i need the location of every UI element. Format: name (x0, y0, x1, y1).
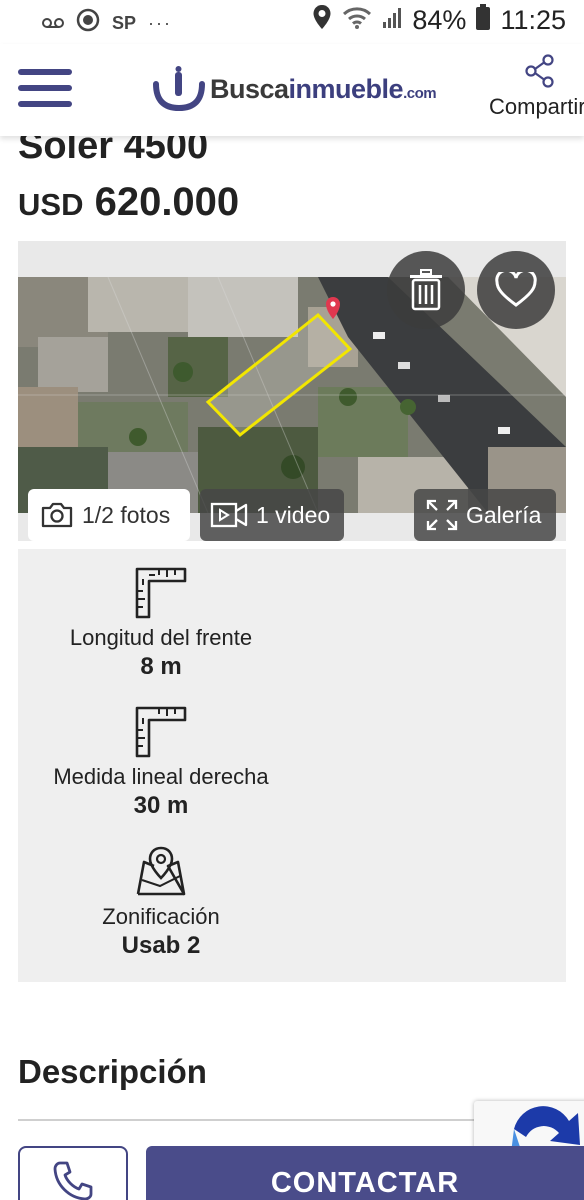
expand-icon (426, 499, 458, 531)
features-panel: Longitud del frente 8 m Medida lineal de… (18, 549, 566, 982)
share-label: Compartir (489, 94, 584, 119)
status-bar: SP ··· 84% 11:25 (0, 0, 584, 44)
menu-button[interactable] (18, 69, 72, 111)
signal-icon (382, 5, 402, 36)
carrier-label: SP (112, 12, 137, 33)
more-notifications-icon: ··· (148, 12, 172, 33)
heart-icon (495, 272, 537, 307)
feature-right-length: Medida lineal derecha 30 m (18, 706, 304, 820)
video-label: 1 video (256, 501, 331, 528)
clock: 11:25 (500, 5, 566, 35)
description-heading: Descripción (18, 1053, 207, 1090)
contact-button[interactable]: CONTACTAR (146, 1146, 584, 1200)
gallery-button[interactable]: Galería (414, 489, 556, 541)
app-header: Buscainmueble.com Compartir (0, 44, 584, 136)
share-button[interactable]: Compartir (489, 54, 584, 120)
menu-bar (18, 69, 72, 75)
share-icon (525, 54, 554, 88)
brand-logo[interactable]: Buscainmueble.com (152, 66, 437, 112)
delete-button[interactable] (387, 251, 465, 329)
call-button[interactable] (18, 1146, 128, 1200)
battery-label: 84% (412, 5, 467, 35)
wifi-icon (342, 5, 372, 36)
battery-icon (476, 4, 491, 37)
listing-price: USD 620.000 (18, 180, 239, 225)
price-currency: USD (18, 187, 84, 222)
phone-icon (53, 1161, 93, 1200)
ruler-square-icon (135, 567, 187, 619)
logo-main: inmueble (288, 73, 404, 104)
photos-button[interactable]: 1/2 fotos (28, 489, 190, 541)
status-left: SP ··· (42, 8, 172, 38)
feature-front-length: Longitud del frente 8 m (18, 567, 304, 681)
menu-bar (18, 85, 72, 91)
status-right: 84% 11:25 (312, 4, 566, 37)
feature-value: 8 m (140, 653, 182, 680)
logo-mark-icon (153, 66, 205, 112)
logo-prefix: Busca (210, 73, 289, 104)
logo-suffix: .com (403, 84, 437, 102)
gallery-label: Galería (466, 501, 542, 528)
map-pin-icon (136, 846, 186, 896)
feature-label: Zonificación (102, 904, 220, 929)
record-icon (76, 8, 100, 38)
voicemail-icon (42, 12, 64, 35)
video-button[interactable]: 1 video (200, 489, 344, 541)
photos-label: 1/2 fotos (82, 501, 171, 528)
favorite-button[interactable] (477, 251, 555, 329)
feature-zoning: Zonificación Usab 2 (18, 846, 304, 960)
camera-icon (41, 502, 73, 528)
trash-icon (410, 269, 442, 311)
price-amount: 620.000 (94, 180, 240, 224)
location-icon (312, 4, 332, 37)
ruler-square-icon (135, 706, 187, 758)
video-icon (210, 502, 248, 528)
feature-value: 30 m (133, 792, 189, 819)
logo-text: Buscainmueble.com (210, 73, 437, 105)
feature-value: Usab 2 (121, 932, 201, 959)
feature-label: Longitud del frente (69, 625, 253, 650)
menu-bar (18, 101, 72, 107)
feature-label: Medida lineal derecha (53, 764, 269, 789)
